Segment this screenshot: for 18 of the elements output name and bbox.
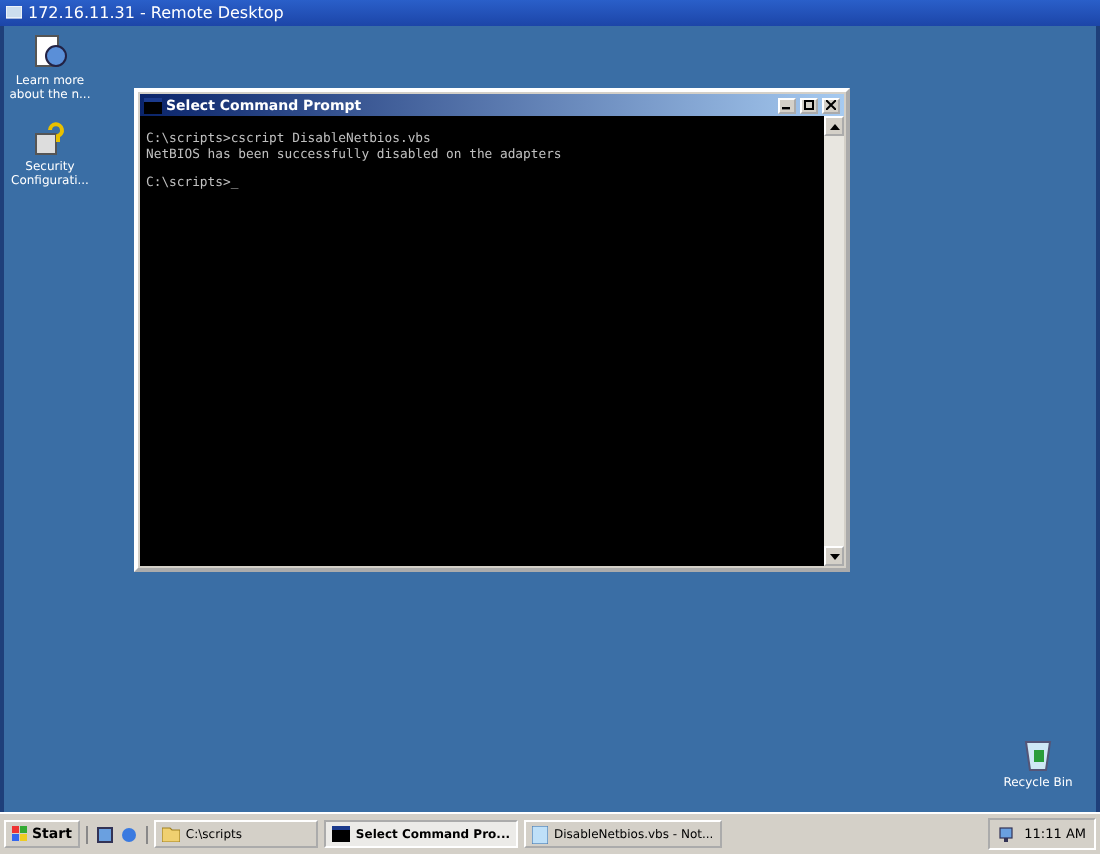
maximize-icon xyxy=(804,100,814,110)
help-document-icon xyxy=(32,34,68,70)
desktop-shortcut-icon[interactable] xyxy=(95,825,114,843)
recycle-bin-icon xyxy=(1020,736,1056,772)
window-title: 172.16.11.31 - Remote Desktop xyxy=(28,4,284,22)
scroll-down-icon xyxy=(829,553,839,559)
close-button[interactable] xyxy=(822,97,840,113)
scroll-up-icon xyxy=(829,123,839,129)
maximize-button[interactable] xyxy=(800,97,818,113)
monitor-icon xyxy=(6,5,22,21)
network-icon[interactable] xyxy=(998,825,1017,843)
folder-icon xyxy=(161,826,180,842)
scrollbar[interactable] xyxy=(824,116,844,566)
minimize-button[interactable] xyxy=(778,97,796,113)
windows-logo-icon xyxy=(12,826,28,842)
close-icon xyxy=(826,100,836,110)
console-icon xyxy=(331,826,350,842)
notepad-icon xyxy=(532,825,549,843)
